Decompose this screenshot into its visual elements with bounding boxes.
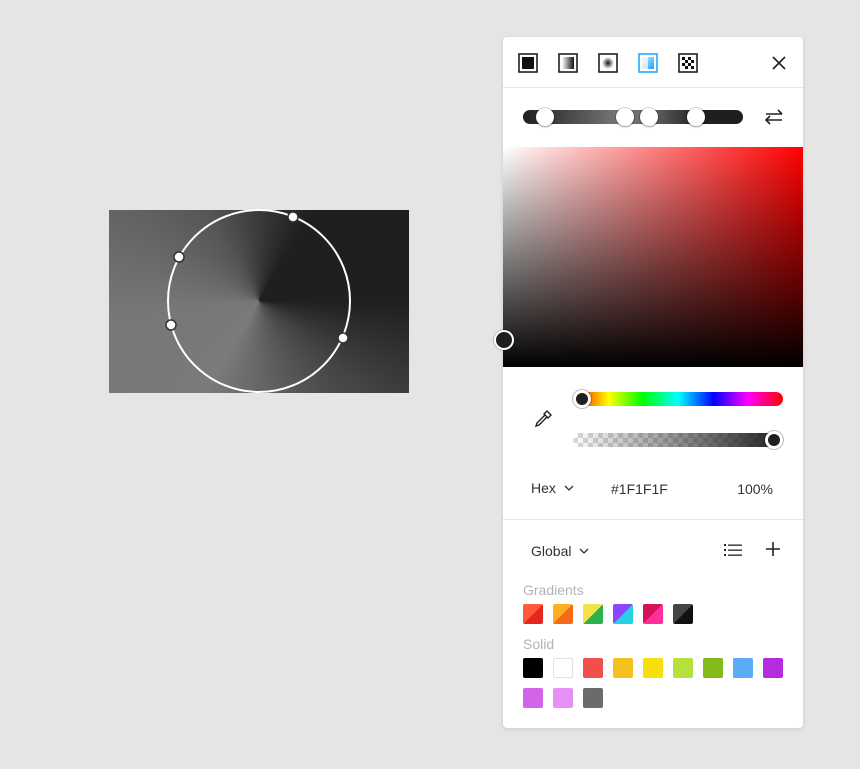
chevron-down-icon [564,485,574,491]
library-row: Global [503,533,803,567]
close-icon[interactable] [769,53,789,73]
solid-swatch[interactable] [523,688,543,708]
gradient-ring [167,209,351,393]
section-divider [503,519,803,520]
solid-swatch[interactable] [583,688,603,708]
solid-swatch[interactable] [733,658,753,678]
hue-slider-knob[interactable] [573,390,591,408]
eyedropper-icon[interactable] [532,408,554,430]
library-label: Global [531,543,572,559]
solid-swatch[interactable] [553,688,573,708]
saturation-cursor[interactable] [494,330,514,350]
plus-icon[interactable] [764,540,782,558]
gradient-stop[interactable] [616,108,634,126]
library-dropdown[interactable]: Global [531,543,589,559]
radial-gradient-icon[interactable] [597,52,619,74]
solid-fill-icon[interactable] [517,52,539,74]
solid-swatch[interactable] [703,658,723,678]
gradient-stop[interactable] [687,108,705,126]
linear-gradient-icon[interactable] [557,52,579,74]
gradient-handle-top[interactable] [287,211,299,223]
solid-swatch[interactable] [763,658,783,678]
swap-arrows-icon[interactable] [763,107,785,127]
opacity-input[interactable] [723,476,773,502]
alpha-slider[interactable] [573,433,783,447]
sliders-area [503,367,803,462]
color-value-row: Hex [503,470,803,508]
gradient-swatch[interactable] [613,604,633,624]
gradient-swatch[interactable] [673,604,693,624]
gradient-swatch[interactable] [553,604,573,624]
gradient-swatch[interactable] [523,604,543,624]
gradient-stop[interactable] [640,108,658,126]
solid-swatch[interactable] [673,658,693,678]
gradient-handle-left-lower[interactable] [165,319,177,331]
gradient-swatch[interactable] [643,604,663,624]
gradient-handle-left-upper[interactable] [173,251,185,263]
color-format-dropdown[interactable]: Hex [531,480,574,496]
gradient-swatch[interactable] [583,604,603,624]
hue-slider[interactable] [573,392,783,406]
solid-swatch[interactable] [643,658,663,678]
saturation-brightness-field[interactable] [494,147,803,367]
gradients-section-label: Gradients [523,582,584,598]
gradient-stops-row [503,88,803,147]
chevron-down-icon [580,548,589,554]
fill-type-bar [503,37,803,88]
gradient-stop[interactable] [536,108,554,126]
image-fill-icon[interactable] [677,52,699,74]
color-format-label: Hex [531,480,556,496]
angular-gradient-icon[interactable] [637,52,659,74]
list-view-icon[interactable] [724,542,742,558]
color-picker-panel: Hex Global Gradients Solid [494,37,803,728]
hex-value-input[interactable] [611,476,711,502]
solid-section-label: Solid [523,636,555,652]
solid-swatch[interactable] [553,658,573,678]
gradient-handle-right[interactable] [337,332,349,344]
solid-swatch[interactable] [523,658,543,678]
alpha-slider-knob[interactable] [765,431,783,449]
solid-swatch[interactable] [583,658,603,678]
solid-swatch[interactable] [613,658,633,678]
